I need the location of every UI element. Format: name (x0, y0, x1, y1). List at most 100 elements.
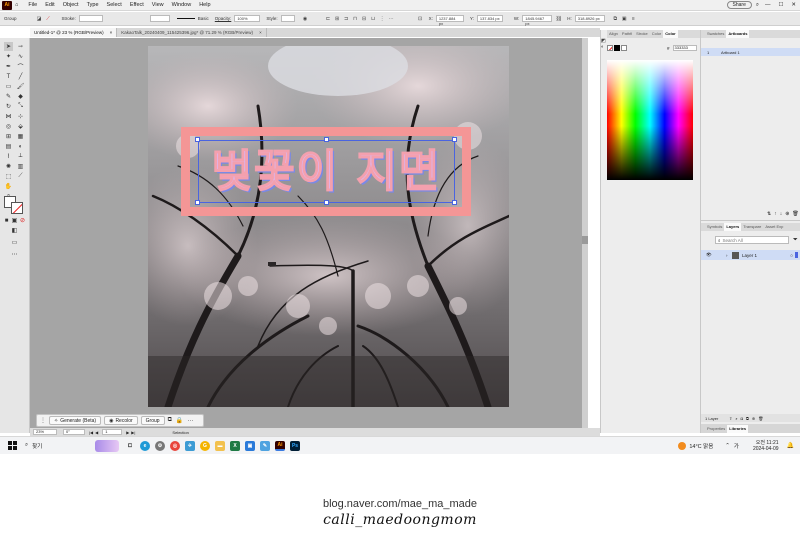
tab-transparency[interactable]: Transpare (741, 223, 763, 231)
share-button[interactable]: Share (726, 1, 752, 9)
tab-stroke[interactable]: Stroke (634, 30, 650, 38)
scale-tool-icon[interactable]: ⤡ (16, 102, 25, 111)
maximize-icon[interactable]: ☐ (778, 2, 783, 8)
hand-tool-icon[interactable]: ✋ (4, 182, 13, 191)
windows-start-icon[interactable] (8, 441, 17, 450)
width-field[interactable]: 1845.9467 px (522, 15, 553, 26)
direct-selection-tool-icon[interactable]: ⇾ (16, 42, 25, 51)
canvas-vertical-scrollbar[interactable] (582, 38, 588, 428)
minimize-icon[interactable]: — (765, 2, 771, 8)
search-icon[interactable]: ⌕ (756, 2, 759, 9)
free-transform-tool-icon[interactable]: ⊹ (16, 112, 25, 121)
blend-tool-icon[interactable]: ◐ (16, 142, 25, 151)
live-paint-tool-icon[interactable]: ⬙ (16, 122, 25, 131)
layers-search-box[interactable]: ⌕ Search All (715, 236, 789, 244)
first-artboard-icon[interactable]: |◀ (89, 430, 93, 435)
selection-handle[interactable] (195, 137, 200, 142)
ime-indicator[interactable]: 가 (734, 442, 739, 450)
align-left-icon[interactable]: ⊏ (325, 15, 332, 22)
type-tool-icon[interactable]: T (4, 72, 13, 81)
gradient-tool-icon[interactable]: ▦ (16, 132, 25, 141)
rotation-field[interactable]: 0° (63, 429, 85, 435)
taskbar-search[interactable]: ⌕ 찾기 (25, 442, 95, 450)
layer-row[interactable]: 👁 › Layer 1 ○ (701, 250, 800, 260)
constrain-proportions-icon[interactable]: ⛓ (555, 15, 562, 22)
menu-edit[interactable]: Edit (45, 2, 54, 8)
screen-mode-icon[interactable]: ▭ (10, 238, 19, 247)
menu-object[interactable]: Object (63, 2, 79, 8)
hex-field[interactable]: 333333 (672, 45, 697, 51)
home-icon[interactable]: ⌂ (15, 2, 18, 8)
brush-definition[interactable]: Basic (176, 16, 212, 21)
mesh-tool-icon[interactable]: ▤ (4, 142, 13, 151)
color-spectrum[interactable] (607, 60, 693, 180)
move-down-icon[interactable]: ↓ (780, 211, 783, 217)
transform-icon[interactable]: ⧉ (612, 15, 619, 22)
align-bottom-icon[interactable]: ⊔ (370, 15, 377, 22)
visibility-eye-icon[interactable]: 👁 (706, 252, 716, 258)
selection-handle[interactable] (452, 137, 457, 142)
isolate-icon[interactable]: ▣ (621, 15, 628, 22)
more-options-button[interactable]: ··· (187, 418, 193, 424)
align-center-icon[interactable]: ⊞ (334, 15, 341, 22)
pen-tool-icon[interactable]: ✒ (4, 62, 13, 71)
perspective-tool-icon[interactable]: ⊞ (4, 132, 13, 141)
arrange-icon[interactable]: ⧉ (168, 417, 172, 424)
store-app-icon[interactable]: ▣ (245, 440, 255, 451)
eraser-tool-icon[interactable]: ◆ (16, 92, 25, 101)
tab-color[interactable]: Color (663, 30, 678, 38)
variable-width-field[interactable] (149, 15, 170, 22)
notepad-app-icon[interactable]: ✎ (260, 440, 270, 451)
shape-builder-tool-icon[interactable]: ◎ (4, 122, 13, 131)
tab-artboards[interactable]: Artboards (726, 30, 750, 38)
fill-swatch-icon[interactable]: ◪ (36, 15, 43, 22)
align-right-icon[interactable]: ⊐ (343, 15, 350, 22)
tab-untitled-1[interactable]: Untitled-1* @ 23 % (RGB/Preview) × (30, 28, 118, 37)
x-field[interactable]: 1237.884 px (435, 15, 464, 26)
magic-wand-tool-icon[interactable]: ✦ (4, 52, 13, 61)
tab-libraries[interactable]: Libraries (727, 424, 749, 433)
tab-symbols[interactable]: Symbols (705, 223, 724, 231)
clipping-mask-icon[interactable]: ◘ (741, 416, 743, 421)
more-tools-icon[interactable]: ⋯ (10, 250, 19, 259)
excel-app-icon[interactable]: X (230, 440, 240, 451)
menu-window[interactable]: Window (172, 2, 192, 8)
panel-menu-icon[interactable]: ≡ (630, 15, 637, 22)
selection-handle[interactable] (452, 200, 457, 205)
rectangle-tool-icon[interactable]: ▭ (4, 82, 13, 91)
locate-object-icon[interactable]: ⌕ (735, 416, 737, 421)
column-graph-tool-icon[interactable]: ▥ (16, 162, 25, 171)
rearrange-artboards-icon[interactable]: ⇅ (767, 211, 771, 217)
clock[interactable]: 오전 11:21 2024-04-09 (753, 440, 779, 452)
delete-artboard-icon[interactable]: 🗑 (792, 211, 798, 217)
stroke-swatch[interactable] (11, 202, 23, 214)
artboard-list-item[interactable]: 1 Artboard 1 (701, 48, 800, 56)
selection-tool-icon[interactable]: ➤ (4, 42, 13, 51)
selection-handle[interactable] (195, 200, 200, 205)
fill-none-swatch[interactable] (607, 45, 613, 51)
black-swatch[interactable] (614, 45, 620, 51)
file-explorer-icon[interactable]: ▬ (215, 440, 225, 451)
distribute-icon[interactable]: ⋮ (379, 15, 386, 22)
stroke-swatch-icon[interactable]: ⟋ (45, 15, 52, 22)
line-tool-icon[interactable]: ╱ (16, 72, 25, 81)
white-swatch[interactable] (621, 45, 627, 51)
move-up-icon[interactable]: ↑ (774, 211, 777, 217)
new-sublayer-icon[interactable]: ⧉ (746, 416, 749, 421)
lasso-tool-icon[interactable]: ∿ (16, 52, 25, 61)
stroke-weight-field[interactable] (78, 15, 103, 22)
export-icon[interactable]: ⇪ (729, 416, 732, 421)
tab-swatches[interactable]: Swatches (705, 30, 726, 38)
menu-file[interactable]: File (28, 2, 37, 8)
selection-handle[interactable] (324, 137, 329, 142)
new-artboard-icon[interactable]: ⊕ (785, 211, 789, 217)
menu-select[interactable]: Select (107, 2, 122, 8)
rotate-tool-icon[interactable]: ↻ (4, 102, 13, 111)
symbol-sprayer-tool-icon[interactable]: ✺ (4, 162, 13, 171)
weather-icon[interactable] (678, 441, 687, 450)
reference-point-icon[interactable]: ⊡ (417, 15, 424, 22)
width-tool-icon[interactable]: ⋈ (4, 112, 13, 121)
recolor-artwork-icon[interactable]: ◉ (302, 15, 309, 22)
tab-close-icon[interactable]: × (110, 28, 113, 37)
zoom-level-field[interactable]: 23% (33, 429, 57, 435)
